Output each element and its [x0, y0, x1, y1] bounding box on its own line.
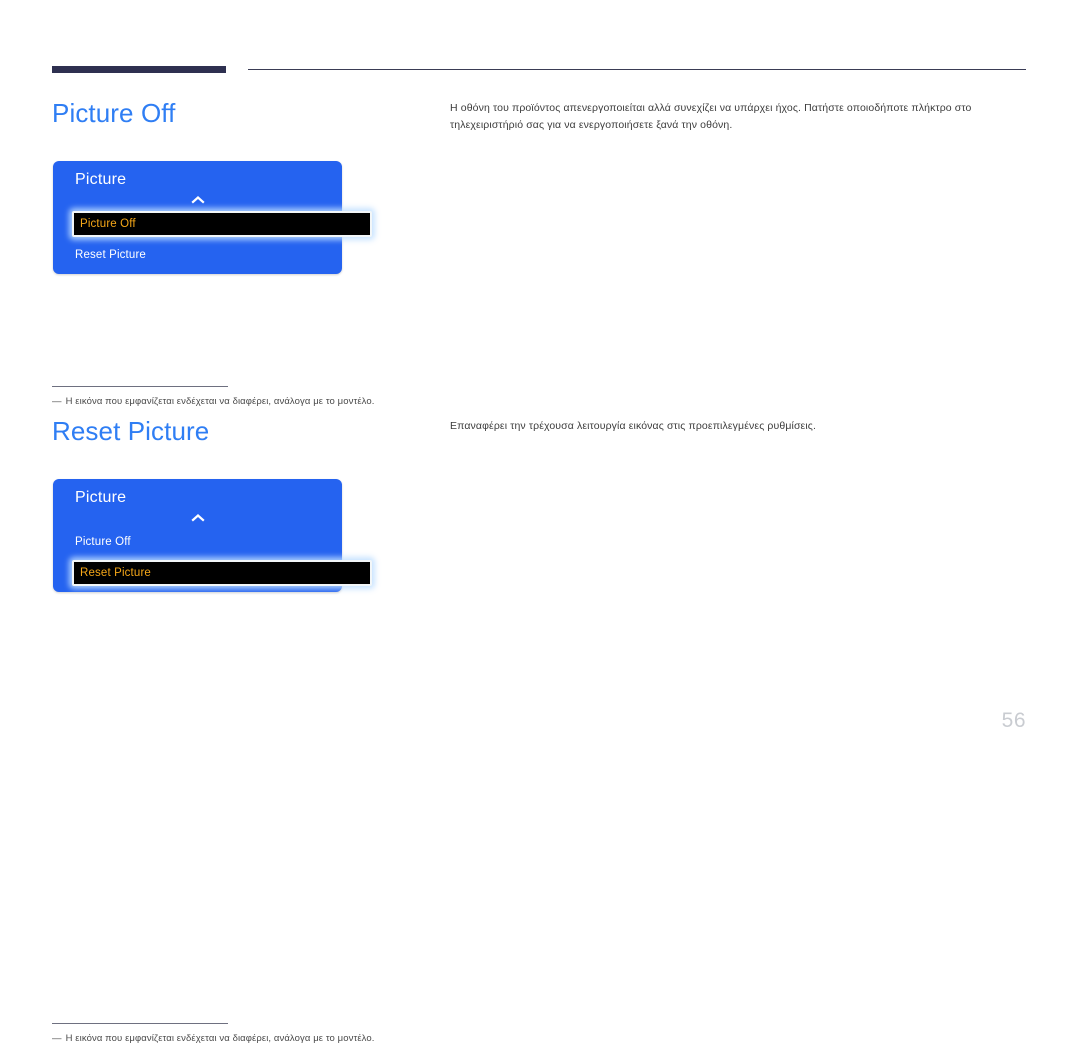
section-description-reset-picture: Επαναφέρει την τρέχουσα λειτουργία εικόν…: [450, 420, 817, 432]
scroll-up-chevron-icon: [53, 512, 342, 525]
osd-item-picture-off[interactable]: Picture Off: [75, 532, 325, 552]
footnote-divider: [52, 386, 228, 387]
footnote-reset-picture: ― Η εικόνα που εμφανίζεται ενδέχεται να δ…: [52, 1023, 375, 1046]
footnote-divider: [52, 1023, 228, 1024]
osd-item-reset-picture[interactable]: Reset Picture: [75, 245, 325, 265]
page-title-picture-off: Picture Off: [52, 98, 176, 128]
footnote-text: Η εικόνα που εμφανίζεται ενδέχεται να δι…: [65, 396, 375, 407]
footnote-line: ― Η εικόνα που εμφανίζεται ενδέχεται να δ…: [52, 1032, 375, 1046]
footnote-dash: ―: [52, 396, 62, 407]
section-description-picture-off: Η οθόνη του προϊόντος απενεργοποιείται α…: [450, 102, 972, 131]
footnote-text: Η εικόνα που εμφανίζεται ενδέχεται να δι…: [65, 1033, 375, 1044]
osd-menu-title: Picture: [75, 171, 127, 188]
footnote-line: ― Η εικόνα που εμφανίζεται ενδέχεται να δ…: [52, 395, 375, 409]
header-rule-thick: [52, 66, 226, 73]
osd-menu-picture-off: Picture Picture Off Reset Picture: [53, 161, 372, 274]
page-header-rules: [0, 66, 1080, 76]
osd-menu-title: Picture: [75, 489, 127, 506]
osd-menu-reset-picture: Picture Picture Off Reset Picture: [53, 479, 372, 592]
page-number: 56: [1001, 709, 1026, 732]
osd-item-reset-picture[interactable]: Reset Picture: [72, 560, 372, 586]
header-rule-thin: [248, 69, 1026, 70]
osd-item-picture-off[interactable]: Picture Off: [72, 211, 372, 237]
footnote-dash: ―: [52, 1033, 62, 1044]
footnote-picture-off: ― Η εικόνα που εμφανίζεται ενδέχεται να δ…: [52, 386, 375, 409]
scroll-up-chevron-icon: [53, 194, 342, 207]
page-title-reset-picture: Reset Picture: [52, 416, 210, 446]
